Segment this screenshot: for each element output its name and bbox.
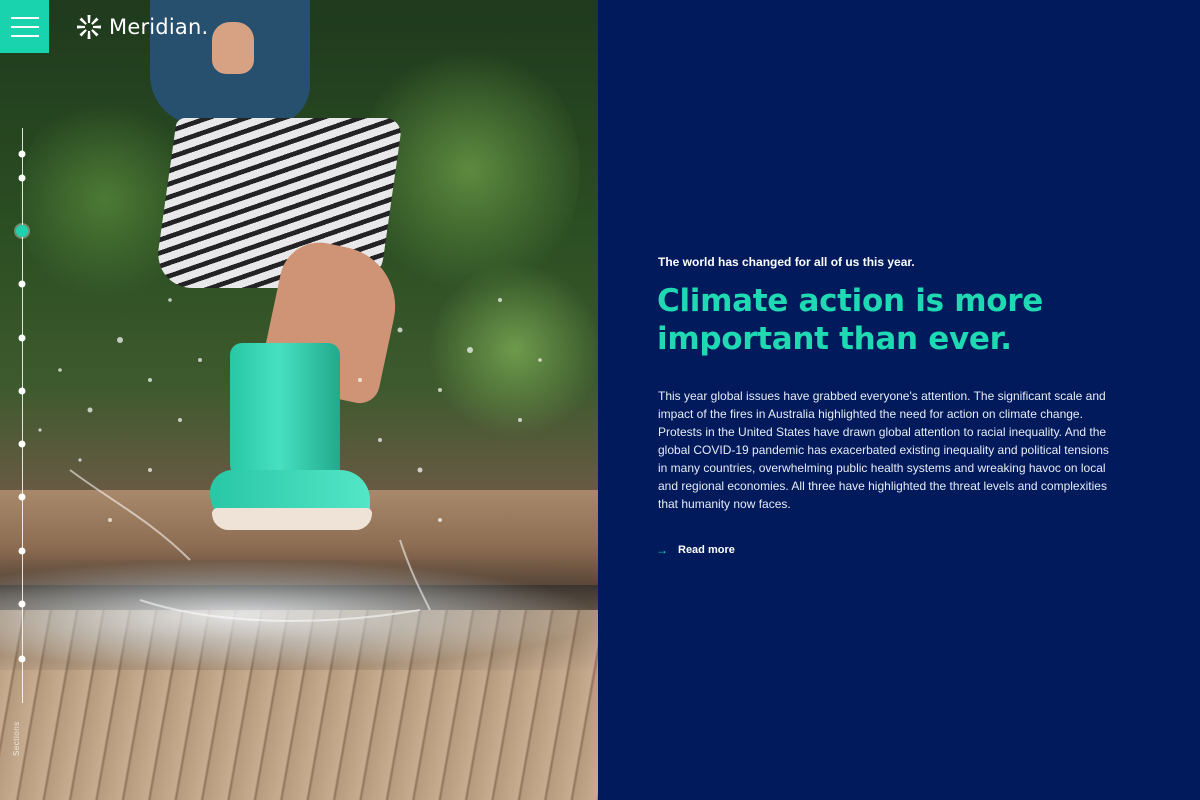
section-nav-dot[interactable] [18,280,26,288]
section-nav-dot-active[interactable] [16,225,28,237]
content-panel: The world has changed for all of us this… [598,0,1200,800]
page-title: Climate action is more important than ev… [657,283,1043,357]
section-nav-dot[interactable] [18,493,26,501]
sunburst-logo-icon [77,15,101,39]
brand-name: Meridian. [109,15,209,39]
brand-logo[interactable]: Meridian. [76,13,208,41]
section-nav-dot[interactable] [18,387,26,395]
menu-button[interactable] [0,0,49,53]
read-more-label: Read more [678,544,735,556]
eyebrow-text: The world has changed for all of us this… [658,255,915,269]
section-nav-line [22,128,23,703]
section-nav-dot[interactable] [18,150,26,158]
water-droplets [38,298,542,622]
section-nav-label: Sections [12,721,21,756]
hamburger-icon-line [10,25,39,28]
section-nav-dot[interactable] [18,547,26,555]
section-nav-dot[interactable] [18,334,26,342]
body-paragraph: This year global issues have grabbed eve… [658,389,1109,511]
section-nav-dot[interactable] [18,174,26,182]
hamburger-icon-line [10,16,39,19]
section-nav-dot[interactable] [18,600,26,608]
hamburger-icon-line [10,34,39,37]
hero-photo [0,0,598,800]
arrow-right-icon: → [656,543,668,557]
read-more-link[interactable]: → Read more [656,543,735,557]
section-nav-dot[interactable] [18,440,26,448]
section-nav-dot[interactable] [18,655,26,663]
